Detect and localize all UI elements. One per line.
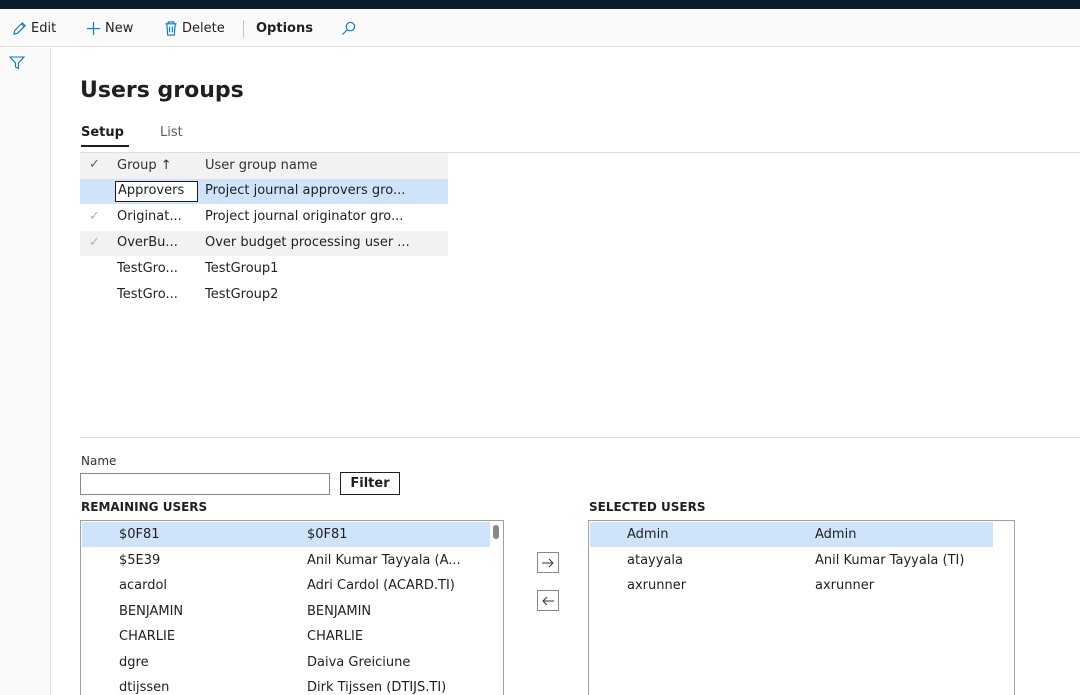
user-name: Daiva Greiciune bbox=[307, 655, 411, 670]
list-item[interactable]: dtijssen Dirk Tijssen (DTIJS.TI) bbox=[82, 675, 490, 695]
list-item[interactable]: axrunner axrunner bbox=[590, 573, 993, 598]
tab-list[interactable]: List bbox=[160, 125, 183, 140]
filter-pane-rail bbox=[0, 48, 51, 695]
grid-cell-group[interactable]: Approvers bbox=[115, 181, 198, 202]
user-name: Dirk Tijssen (DTIJS.TI) bbox=[307, 680, 447, 695]
arrow-right-icon bbox=[542, 558, 554, 567]
user-name: Adri Cardol (ACARD.TI) bbox=[307, 578, 455, 593]
add-user-button[interactable] bbox=[537, 552, 559, 573]
column-header-group[interactable]: Group ↑ bbox=[117, 158, 172, 173]
select-all-checkmark-icon[interactable]: ✓ bbox=[89, 157, 100, 172]
list-item[interactable]: $5E39 Anil Kumar Tayyala (A... bbox=[82, 548, 490, 573]
plus-icon bbox=[86, 21, 101, 35]
filter-icon[interactable] bbox=[9, 56, 25, 70]
grid-row[interactable]: TestGro... TestGroup1 bbox=[80, 257, 380, 282]
grid-cell-group: TestGro... bbox=[117, 261, 178, 276]
search-button[interactable] bbox=[341, 19, 356, 37]
list-item[interactable]: BENJAMIN BENJAMIN bbox=[82, 599, 490, 624]
grid-cell-group: Originat... bbox=[117, 209, 182, 224]
pencil-icon bbox=[13, 21, 26, 35]
trash-icon bbox=[165, 20, 177, 36]
list-item[interactable]: atayyala Anil Kumar Tayyala (TI) bbox=[590, 548, 993, 573]
user-id: atayyala bbox=[627, 553, 683, 568]
grid-row[interactable]: ✓ OverBu... Over budget processing user … bbox=[80, 231, 448, 256]
row-checkmark-icon[interactable]: ✓ bbox=[89, 209, 100, 224]
delete-label: Delete bbox=[182, 20, 225, 36]
scrollbar-thumb[interactable] bbox=[493, 525, 499, 539]
remove-user-button[interactable] bbox=[537, 590, 559, 611]
user-name: Anil Kumar Tayyala (TI) bbox=[815, 553, 965, 568]
grid-cell-group: TestGro... bbox=[117, 287, 178, 302]
user-id: acardol bbox=[119, 578, 168, 593]
user-id: Admin bbox=[627, 527, 669, 542]
search-icon bbox=[342, 21, 356, 35]
list-item[interactable]: CHARLIE CHARLIE bbox=[82, 624, 490, 649]
remaining-users-list[interactable]: $0F81 $0F81 $5E39 Anil Kumar Tayyala (A.… bbox=[80, 520, 504, 695]
selected-users-list[interactable]: Admin Admin atayyala Anil Kumar Tayyala … bbox=[588, 520, 1015, 695]
name-filter-input[interactable] bbox=[80, 473, 330, 495]
grid-row[interactable]: TestGro... TestGroup2 bbox=[80, 283, 380, 308]
delete-button[interactable]: Delete bbox=[164, 19, 225, 37]
user-id: $5E39 bbox=[119, 553, 161, 568]
edit-button[interactable]: Edit bbox=[12, 19, 56, 37]
action-pane: Edit New Delete Options bbox=[0, 9, 1080, 47]
row-checkmark-icon[interactable]: ✓ bbox=[89, 235, 100, 250]
list-item[interactable]: dgre Daiva Greiciune bbox=[82, 650, 490, 675]
list-item[interactable]: $0F81 $0F81 bbox=[82, 522, 490, 547]
page-title: Users groups bbox=[80, 78, 244, 103]
filter-button[interactable]: Filter bbox=[340, 472, 400, 495]
user-id: $0F81 bbox=[119, 527, 160, 542]
arrow-left-icon bbox=[542, 596, 554, 605]
user-id: dtijssen bbox=[119, 680, 170, 695]
toolbar-separator bbox=[243, 20, 244, 38]
new-label: New bbox=[105, 20, 134, 36]
options-label: Options bbox=[256, 20, 313, 36]
list-item[interactable]: Admin Admin bbox=[590, 522, 993, 547]
user-groups-grid: ✓ Group ↑ User group name Approvers Proj… bbox=[80, 152, 1080, 438]
grid-row[interactable]: Approvers Project journal approvers gro.… bbox=[80, 179, 448, 204]
top-navigation-bar bbox=[0, 0, 1080, 9]
user-name: CHARLIE bbox=[307, 629, 364, 644]
user-id: dgre bbox=[119, 655, 149, 670]
grid-header: ✓ Group ↑ User group name bbox=[80, 153, 448, 179]
grid-cell-user-group-name: Project journal originator gro... bbox=[205, 209, 404, 224]
grid-cell-user-group-name: Over budget processing user ... bbox=[205, 235, 410, 250]
list-item[interactable]: acardol Adri Cardol (ACARD.TI) bbox=[82, 573, 490, 598]
user-name: Admin bbox=[815, 527, 857, 542]
options-button[interactable]: Options bbox=[256, 19, 313, 37]
selected-users-title: SELECTED USERS bbox=[589, 500, 706, 514]
column-header-user-group-name[interactable]: User group name bbox=[205, 158, 318, 173]
user-name: Anil Kumar Tayyala (A... bbox=[307, 553, 461, 568]
active-tab-indicator bbox=[81, 145, 129, 147]
user-name: BENJAMIN bbox=[307, 604, 372, 619]
grid-row[interactable]: ✓ Originat... Project journal originator… bbox=[80, 205, 448, 230]
tab-setup[interactable]: Setup bbox=[81, 125, 124, 140]
user-name: $0F81 bbox=[307, 527, 348, 542]
new-button[interactable]: New bbox=[86, 19, 133, 37]
grid-cell-group: OverBu... bbox=[117, 235, 178, 250]
user-id: BENJAMIN bbox=[119, 604, 184, 619]
edit-label: Edit bbox=[31, 20, 57, 36]
grid-cell-user-group-name: TestGroup1 bbox=[205, 261, 279, 276]
user-id: axrunner bbox=[627, 578, 687, 593]
grid-cell-user-group-name: TestGroup2 bbox=[205, 287, 279, 302]
user-id: CHARLIE bbox=[119, 629, 176, 644]
remaining-users-title: REMAINING USERS bbox=[81, 500, 208, 514]
name-field-label: Name bbox=[81, 454, 117, 468]
user-name: axrunner bbox=[815, 578, 875, 593]
grid-cell-user-group-name: Project journal approvers gro... bbox=[205, 183, 406, 198]
